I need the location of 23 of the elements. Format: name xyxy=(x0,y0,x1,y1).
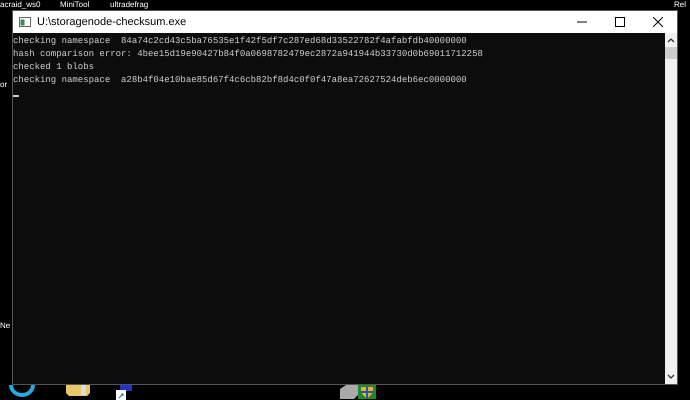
desktop-icon-label: MiniTool xyxy=(60,0,90,9)
console-line: checking namespace 84a74c2cd43c5ba76535e1f42f5df7c287ed68d33522782f4afabfdb40000000 xyxy=(13,35,468,48)
folder-icon[interactable] xyxy=(65,385,91,397)
desktop-icon-label: ultradefrag xyxy=(110,0,148,9)
console-line: hash comparison error: 4bee15d19e90427b84f0a0698782479ec2872a941944b33730d0b69011712258 xyxy=(13,48,484,61)
window-title: U:\storagenode-checksum.exe xyxy=(37,16,186,28)
text-cursor-icon xyxy=(13,95,19,97)
scroll-up-icon[interactable] xyxy=(667,37,675,43)
scroll-thumb[interactable] xyxy=(665,47,677,59)
desktop-icon-label: acraid_ws0 xyxy=(0,0,40,9)
scroll-down-icon[interactable] xyxy=(667,374,675,380)
console-app-icon xyxy=(19,17,31,27)
shortcut-icon[interactable] xyxy=(116,385,132,400)
close-icon xyxy=(653,17,663,27)
ring-icon[interactable] xyxy=(8,385,36,397)
maximize-icon xyxy=(615,17,625,27)
scrollbar[interactable] xyxy=(665,33,677,384)
desktop-icon-label: or xyxy=(0,80,8,89)
console-line: checking namespace a28b4f04e10bae85d67f4c6cb82bf8d4c0f0f47a8ea72627524deb6ec0000000 xyxy=(13,74,468,87)
console-line: checked 1 blobs xyxy=(13,61,96,74)
drives-icon[interactable] xyxy=(340,385,376,399)
desktop-icon-label: Rel xyxy=(674,0,686,9)
desktop-icon-label: Ne xyxy=(0,321,10,330)
